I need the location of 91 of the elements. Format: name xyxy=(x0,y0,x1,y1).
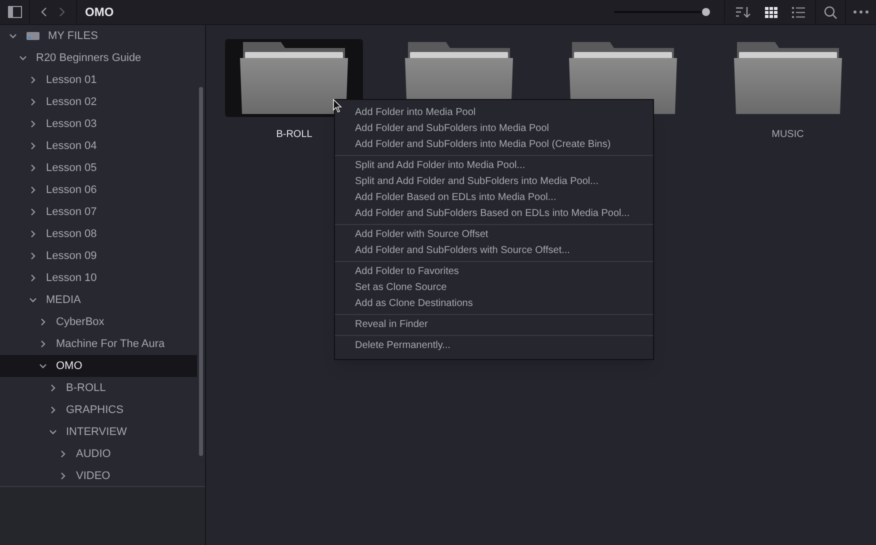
tree-item-label: GRAPHICS xyxy=(66,402,124,418)
chevron-right-icon[interactable] xyxy=(58,449,68,459)
tree-item-label: Lesson 01 xyxy=(46,72,97,88)
chevron-right-icon[interactable] xyxy=(58,471,68,481)
tree-item-label: Lesson 02 xyxy=(46,94,97,110)
tree-item[interactable]: MEDIA xyxy=(0,289,197,311)
chevron-down-icon[interactable] xyxy=(18,53,28,63)
folder-label: B-ROLL xyxy=(276,128,312,142)
tree-item[interactable]: Lesson 01 xyxy=(0,69,197,91)
chevron-right-icon[interactable] xyxy=(48,383,58,393)
search-icon[interactable] xyxy=(824,6,837,18)
sidebar-toggle-icon[interactable] xyxy=(8,6,22,18)
forward-icon[interactable] xyxy=(58,7,66,17)
scrollbar[interactable] xyxy=(199,87,203,456)
tree-item-label: Lesson 07 xyxy=(46,204,97,220)
tree-item[interactable]: OMO xyxy=(0,355,197,377)
tree-item[interactable]: Lesson 03 xyxy=(0,113,197,135)
folder-label: MUSIC xyxy=(772,128,804,142)
tree-item[interactable]: Lesson 09 xyxy=(0,245,197,267)
chevron-right-icon[interactable] xyxy=(48,405,58,415)
tree-item-label: Lesson 06 xyxy=(46,182,97,198)
tree-item-label: Lesson 09 xyxy=(46,248,97,264)
tree-item-label: Lesson 10 xyxy=(46,270,97,286)
menu-item[interactable]: Add Folder and SubFolders into Media Pool (Create Bins) xyxy=(335,137,653,153)
tree-item[interactable]: Lesson 05 xyxy=(0,157,197,179)
tree-item[interactable]: Machine For The Aura xyxy=(0,333,197,355)
chevron-down-icon[interactable] xyxy=(28,295,38,305)
tree-item-label: INTERVIEW xyxy=(66,424,127,440)
tree-item[interactable]: Lesson 07 xyxy=(0,201,197,223)
folder-title: OMO xyxy=(85,4,114,21)
tree-item[interactable]: AUDIO xyxy=(0,443,197,465)
tree-item[interactable]: CyberBox xyxy=(0,311,197,333)
chevron-down-icon[interactable] xyxy=(48,427,58,437)
menu-item[interactable]: Add Folder with Source Offset xyxy=(335,227,653,243)
more-icon[interactable] xyxy=(853,10,869,14)
menu-item[interactable]: Split and Add Folder and SubFolders into Media Pool... xyxy=(335,174,653,190)
chevron-right-icon[interactable] xyxy=(28,75,38,85)
menu-item[interactable]: Add Folder and SubFolders into Media Pool xyxy=(335,121,653,137)
tree-item-label: OMO xyxy=(56,358,82,374)
chevron-right-icon[interactable] xyxy=(38,317,48,327)
drive-icon xyxy=(26,31,40,41)
chevron-right-icon[interactable] xyxy=(28,207,38,217)
tree-item-label: R20 Beginners Guide xyxy=(36,50,142,66)
menu-item[interactable]: Add Folder and SubFolders Based on EDLs into Media Pool... xyxy=(335,206,653,222)
tree-item-label: Lesson 08 xyxy=(46,226,97,242)
tree-item-label: AUDIO xyxy=(76,446,111,462)
menu-item[interactable]: Reveal in Finder xyxy=(335,317,653,333)
back-icon[interactable] xyxy=(40,7,48,17)
menu-item[interactable]: Add Folder to Favorites xyxy=(335,264,653,280)
tree-item[interactable]: Lesson 10 xyxy=(0,267,197,289)
menu-item[interactable]: Add as Clone Destinations xyxy=(335,296,653,312)
chevron-right-icon[interactable] xyxy=(28,141,38,151)
tree-item-label: B-ROLL xyxy=(66,380,106,396)
tree-item[interactable]: Lesson 06 xyxy=(0,179,197,201)
chevron-right-icon[interactable] xyxy=(38,339,48,349)
menu-item[interactable]: Set as Clone Source xyxy=(335,280,653,296)
tree-item-label: Lesson 03 xyxy=(46,116,97,132)
chevron-right-icon[interactable] xyxy=(28,163,38,173)
tree-item[interactable]: Lesson 02 xyxy=(0,91,197,113)
chevron-down-icon[interactable] xyxy=(38,361,48,371)
tree-item[interactable]: INTERVIEW xyxy=(0,421,197,443)
slider-thumb[interactable] xyxy=(702,8,710,16)
tree-item[interactable]: GRAPHICS xyxy=(0,399,197,421)
tree-item-label: VIDEO xyxy=(76,468,110,484)
tree-item-label: MEDIA xyxy=(46,292,81,308)
zoom-slider[interactable] xyxy=(614,7,710,17)
tree-item-label: MY FILES xyxy=(48,28,98,44)
tree-item[interactable]: Lesson 08 xyxy=(0,223,197,245)
sort-icon[interactable] xyxy=(735,6,751,18)
chevron-right-icon[interactable] xyxy=(28,97,38,107)
tree-item[interactable]: VIDEO xyxy=(0,465,197,486)
chevron-right-icon[interactable] xyxy=(28,229,38,239)
chevron-down-icon[interactable] xyxy=(8,31,18,41)
tree-item-label: Machine For The Aura xyxy=(56,336,165,352)
grid-view-icon[interactable] xyxy=(765,6,778,18)
chevron-right-icon[interactable] xyxy=(28,273,38,283)
chevron-right-icon[interactable] xyxy=(28,251,38,261)
menu-item[interactable]: Delete Permanently... xyxy=(335,338,653,354)
chevron-right-icon[interactable] xyxy=(28,119,38,129)
tree-item[interactable]: MY FILES xyxy=(0,25,197,47)
menu-item[interactable]: Split and Add Folder into Media Pool... xyxy=(335,158,653,174)
tree-item-label: CyberBox xyxy=(56,314,104,330)
tree-item-label: Lesson 05 xyxy=(46,160,97,176)
tree-item[interactable]: B-ROLL xyxy=(0,377,197,399)
list-view-icon[interactable] xyxy=(792,6,805,18)
tree-item[interactable]: R20 Beginners Guide xyxy=(0,47,197,69)
menu-item[interactable]: Add Folder Based on EDLs into Media Pool... xyxy=(335,190,653,206)
menu-item[interactable]: Add Folder and SubFolders with Source Offset... xyxy=(335,243,653,259)
chevron-right-icon[interactable] xyxy=(28,185,38,195)
tree-item-label: Lesson 04 xyxy=(46,138,97,154)
tree-item[interactable]: Lesson 04 xyxy=(0,135,197,157)
